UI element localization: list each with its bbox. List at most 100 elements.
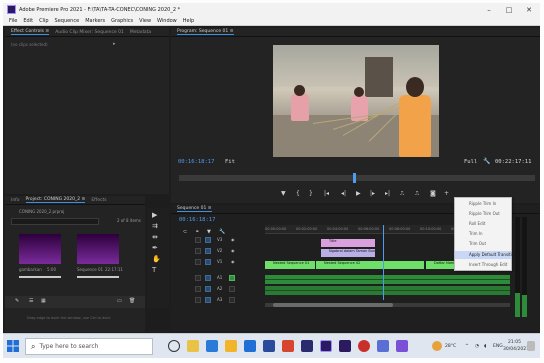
tab-sequence-01[interactable]: Sequence 01 ≡ xyxy=(177,206,212,212)
eye-icon[interactable]: ◉ xyxy=(231,248,235,253)
tab-program-monitor[interactable]: Program: Sequence 01 ≡ xyxy=(177,29,234,35)
track-lock-toggle[interactable] xyxy=(195,286,201,292)
minimize-button[interactable]: – xyxy=(480,3,498,16)
track-select-tool-icon[interactable]: ⇉ xyxy=(152,222,158,230)
close-button[interactable]: ✕ xyxy=(520,3,538,16)
project-item-thumbnail-2[interactable] xyxy=(77,234,119,264)
wrench-icon[interactable]: 🔧 xyxy=(483,158,490,165)
new-bin-icon[interactable]: ▭ xyxy=(117,298,122,304)
export-frame-icon[interactable]: ◙ xyxy=(430,190,436,197)
menu-item-ripple-trim-in[interactable]: Ripple Trim In xyxy=(455,200,511,208)
language-indicator[interactable]: ENG xyxy=(493,344,503,349)
photoshop-icon[interactable] xyxy=(301,340,313,352)
menu-markers[interactable]: Markers xyxy=(85,18,105,24)
program-scrub-bar[interactable] xyxy=(179,175,535,181)
linked-selection-icon[interactable]: ⚭ xyxy=(195,229,199,235)
tab-audio-clip-mixer[interactable]: Audio Clip Mixer: Sequence 01 xyxy=(55,30,124,35)
clock-time[interactable]: 21:05 xyxy=(508,340,521,345)
tray-chevron-icon[interactable]: ^ xyxy=(465,344,469,349)
project-search-input[interactable] xyxy=(11,218,99,225)
menu-item-insert-through-edit[interactable]: Insert Through Edit xyxy=(455,261,511,269)
eye-icon[interactable]: ◉ xyxy=(231,237,235,242)
menu-help[interactable]: Help xyxy=(183,18,194,24)
track-lock-toggle[interactable] xyxy=(195,237,201,243)
volume-icon[interactable]: ◖ xyxy=(484,344,486,349)
track-lock-toggle[interactable] xyxy=(195,275,201,281)
mute-toggle-a2[interactable] xyxy=(229,286,235,292)
menu-item-apply-default-transitions[interactable]: Apply Default Transitions xyxy=(455,251,519,259)
play-icon[interactable]: ▶ xyxy=(356,190,361,197)
track-target-v1[interactable] xyxy=(205,259,211,265)
track-target-a2[interactable] xyxy=(205,286,211,292)
clip-title[interactable]: Title xyxy=(321,239,375,247)
menu-view[interactable]: View xyxy=(139,18,151,24)
cortana-icon[interactable] xyxy=(168,340,180,352)
taskbar-search-input[interactable]: ⌕ Type here to search xyxy=(25,338,153,355)
track-lock-toggle[interactable] xyxy=(195,259,201,265)
clock-date[interactable]: 30/04/2021 xyxy=(503,347,529,352)
hand-tool-icon[interactable]: ✋ xyxy=(152,255,161,263)
timeline-scroll-thumb[interactable] xyxy=(273,303,393,307)
add-marker-timeline-icon[interactable]: ▼ xyxy=(207,229,211,235)
ripple-edit-tool-icon[interactable]: ⇹ xyxy=(152,233,158,241)
lift-icon[interactable]: ⎍ xyxy=(400,190,404,198)
panel-expand-icon[interactable]: ▸ xyxy=(113,41,116,47)
menu-item-trim-in[interactable]: Trim In xyxy=(455,230,511,238)
menu-clip[interactable]: Clip xyxy=(39,18,48,24)
mail-icon[interactable] xyxy=(263,340,275,352)
program-current-timecode[interactable]: 00:16:18:17 xyxy=(178,159,214,165)
menu-sequence[interactable]: Sequence xyxy=(55,18,80,24)
network-icon[interactable]: ◔ xyxy=(475,344,479,349)
maximize-button[interactable]: □ xyxy=(500,3,518,16)
clip-daftar-nama[interactable]: Daftar Nama xyxy=(426,261,456,269)
eye-icon[interactable]: ◉ xyxy=(231,259,235,264)
timeline-playhead[interactable] xyxy=(383,225,384,300)
tab-project[interactable]: Project: CONING 2020_2 ≡ xyxy=(25,197,86,203)
project-item-thumbnail-1[interactable] xyxy=(19,234,61,264)
weather-temperature[interactable]: 28°C xyxy=(445,344,456,349)
trash-icon[interactable]: 🗑 xyxy=(129,298,135,304)
step-forward-icon[interactable]: |▸ xyxy=(370,190,375,197)
chrome-icon[interactable] xyxy=(282,340,294,352)
button-editor-icon[interactable]: + xyxy=(444,190,449,197)
snap-icon[interactable]: ⊂ xyxy=(183,229,187,235)
track-lock-toggle[interactable] xyxy=(195,297,201,303)
step-back-icon[interactable]: ◂| xyxy=(341,190,346,197)
menu-window[interactable]: Window xyxy=(157,18,177,24)
menu-item-ripple-trim-out[interactable]: Ripple Trim Out xyxy=(455,210,511,218)
track-lock-toggle[interactable] xyxy=(195,248,201,254)
media-player-icon[interactable] xyxy=(358,340,370,352)
go-to-out-icon[interactable]: ▸| xyxy=(385,190,390,197)
timeline-timecode[interactable]: 00:16:18:17 xyxy=(179,217,215,223)
mute-toggle-a3[interactable] xyxy=(229,297,235,303)
selection-tool-icon[interactable]: ▶ xyxy=(152,211,157,219)
track-target-v3[interactable] xyxy=(205,237,211,243)
program-playhead[interactable] xyxy=(353,173,356,183)
clip-ngobrol[interactable]: Ngobrol dalam Taman Bunga xyxy=(321,249,375,257)
track-target-a1[interactable] xyxy=(205,275,211,281)
icon-view-icon[interactable]: ▦ xyxy=(41,298,46,304)
timeline-settings-icon[interactable]: 🔧 xyxy=(219,229,225,235)
zoom-fit-dropdown[interactable]: Fit xyxy=(225,159,235,165)
resolution-dropdown[interactable]: Full xyxy=(464,159,477,165)
tab-effects[interactable]: Effects xyxy=(91,198,106,203)
media-encoder-icon[interactable] xyxy=(339,340,351,352)
menu-edit[interactable]: Edit xyxy=(23,18,33,24)
mute-toggle-a1[interactable] xyxy=(229,275,235,281)
menu-graphics[interactable]: Graphics xyxy=(111,18,133,24)
track-target-a3[interactable] xyxy=(205,297,211,303)
menu-item-roll-edit[interactable]: Roll Edit xyxy=(455,220,511,228)
type-tool-icon[interactable]: T xyxy=(152,266,156,274)
extract-icon[interactable]: ⎍ xyxy=(415,190,419,198)
app-icon[interactable] xyxy=(377,340,389,352)
store-icon[interactable] xyxy=(244,340,256,352)
tab-effect-controls[interactable]: Effect Controls ≡ xyxy=(11,29,50,35)
pen-tool-icon[interactable]: ✒ xyxy=(152,244,158,252)
list-view-icon[interactable]: ☰ xyxy=(29,298,33,304)
premiere-taskbar-icon[interactable] xyxy=(320,340,332,352)
mark-out-icon[interactable]: } xyxy=(309,190,313,197)
clip-nested-sequence-01[interactable]: Nested Sequence 01 xyxy=(265,261,315,269)
mark-in-icon[interactable]: { xyxy=(296,190,300,197)
file-explorer-icon[interactable] xyxy=(225,340,237,352)
edge-icon[interactable] xyxy=(206,340,218,352)
